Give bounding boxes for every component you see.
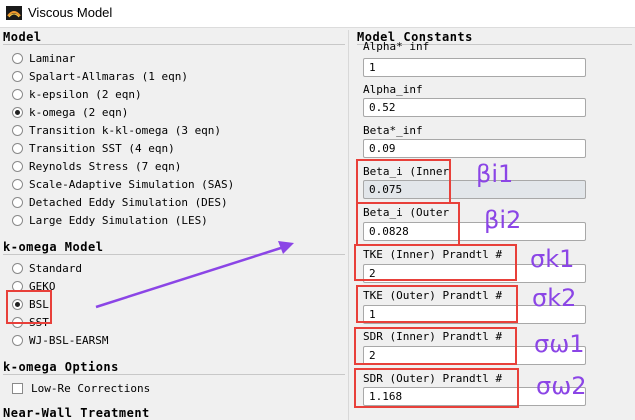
annotation-label-sigma-omega1: σω1 [534,330,585,358]
radio-k-omega[interactable]: k-omega (2 eqn) [12,103,128,121]
radio-button[interactable] [12,334,23,346]
panel-separator [348,30,349,420]
radio-standard[interactable]: Standard [12,259,82,277]
radio-transition-k-kl-omega[interactable]: Transition k-kl-omega (3 eqn) [12,121,221,139]
near-wall-section-title: Near-Wall Treatment [3,406,150,420]
radio-sas[interactable]: Scale-Adaptive Simulation (SAS) [12,175,234,193]
radio-button[interactable] [12,160,23,172]
radio-label: Reynolds Stress (7 eqn) [29,159,182,173]
low-re-corrections-checkbox[interactable]: Low-Re Corrections [12,379,150,397]
window-title: Viscous Model [28,5,113,20]
radio-label: k-epsilon (2 eqn) [29,87,142,101]
highlight-box-beta-i-outer [356,202,460,246]
radio-wj-bsl-earsm[interactable]: WJ-BSL-EARSM [12,331,108,349]
radio-label: k-omega (2 eqn) [29,105,129,119]
constant-input-beta-star-inf[interactable]: 0.09 [363,139,586,158]
annotation-label-sigma-omega2: σω2 [536,372,587,400]
highlight-box-sdr-inner [354,327,517,365]
radio-label: Spalart-Allmaras (1 eqn) [29,69,188,83]
fluent-app-icon [6,6,22,20]
checkbox-label: Low-Re Corrections [31,381,151,395]
annotation-label-beta-i2: βi2 [484,206,522,234]
komega-options-section-title: k-omega Options [3,360,119,374]
checkbox[interactable] [12,382,23,394]
radio-des[interactable]: Detached Eddy Simulation (DES) [12,193,228,211]
radio-label: Detached Eddy Simulation (DES) [29,195,228,209]
constant-label-alpha-inf: Alpha_inf [363,83,423,96]
radio-button[interactable] [12,214,23,226]
highlight-box-tke-inner [354,244,517,281]
radio-laminar[interactable]: Laminar [12,49,75,67]
radio-label: Laminar [29,51,76,65]
radio-button[interactable] [12,262,23,274]
radio-button[interactable] [12,124,23,136]
komega-options-section-rule [3,374,345,375]
highlight-box-bsl [6,290,52,324]
radio-label: WJ-BSL-EARSM [29,333,109,347]
radio-spalart-allmaras[interactable]: Spalart-Allmaras (1 eqn) [12,67,188,85]
title-bar: Viscous Model [0,0,635,28]
constant-label-beta-star-inf: Beta*_inf [363,124,423,137]
radio-button[interactable] [12,142,23,154]
radio-label: Transition k-kl-omega (3 eqn) [29,123,222,137]
highlight-box-beta-i-inner [356,159,451,204]
radio-button[interactable] [12,196,23,208]
annotation-label-beta-i1: βi1 [476,160,514,188]
annotation-label-sigma-k2: σk2 [532,284,577,312]
radio-k-epsilon[interactable]: k-epsilon (2 eqn) [12,85,142,103]
highlight-box-sdr-outer [354,368,519,408]
constant-label-alpha-star-inf: Alpha*_inf [363,40,430,52]
radio-button[interactable] [12,70,23,82]
radio-button[interactable] [12,52,23,64]
model-section-title: Model [3,30,42,44]
radio-button-selected[interactable] [12,106,23,118]
komega-model-section-title: k-omega Model [3,240,104,254]
radio-les[interactable]: Large Eddy Simulation (LES) [12,211,208,229]
radio-label: Scale-Adaptive Simulation (SAS) [29,177,235,191]
radio-label: Large Eddy Simulation (LES) [29,213,208,227]
model-section-rule [3,44,345,45]
constant-input-alpha-inf[interactable]: 0.52 [363,98,586,117]
radio-button[interactable] [12,88,23,100]
highlight-box-tke-outer [356,285,518,323]
radio-transition-sst[interactable]: Transition SST (4 eqn) [12,139,175,157]
constant-input-alpha-star-inf[interactable]: 1 [363,58,586,77]
radio-button[interactable] [12,178,23,190]
annotation-label-sigma-k1: σk1 [530,245,575,273]
radio-label: Standard [29,261,82,275]
radio-reynolds-stress[interactable]: Reynolds Stress (7 eqn) [12,157,181,175]
komega-model-section-rule [3,254,345,255]
radio-label: Transition SST (4 eqn) [29,141,175,155]
